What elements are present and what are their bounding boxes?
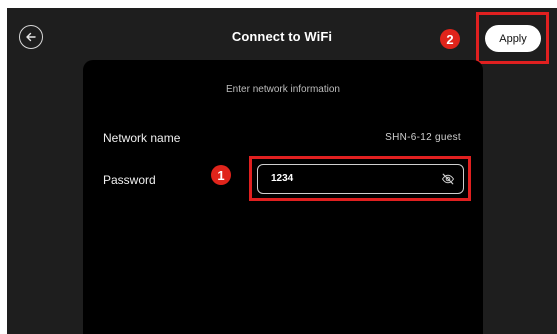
page-title: Connect to WiFi (231, 29, 333, 44)
password-highlight-box (249, 156, 471, 201)
annotation-marker-2: 2 (440, 29, 460, 49)
annotation-marker-1: 1 (211, 165, 231, 185)
header-bar: Connect to WiFi 2 Apply (7, 8, 557, 66)
wifi-settings-screen: Connect to WiFi 2 Apply Enter network in… (7, 8, 557, 334)
form-heading: Enter network information (226, 84, 340, 95)
apply-highlight-box (476, 12, 549, 64)
network-form-panel: Enter network information Network name S… (83, 60, 483, 334)
password-label: Password (103, 173, 156, 187)
network-name-label: Network name (103, 131, 181, 145)
network-name-value: SHN-6-12 guest (385, 132, 461, 143)
